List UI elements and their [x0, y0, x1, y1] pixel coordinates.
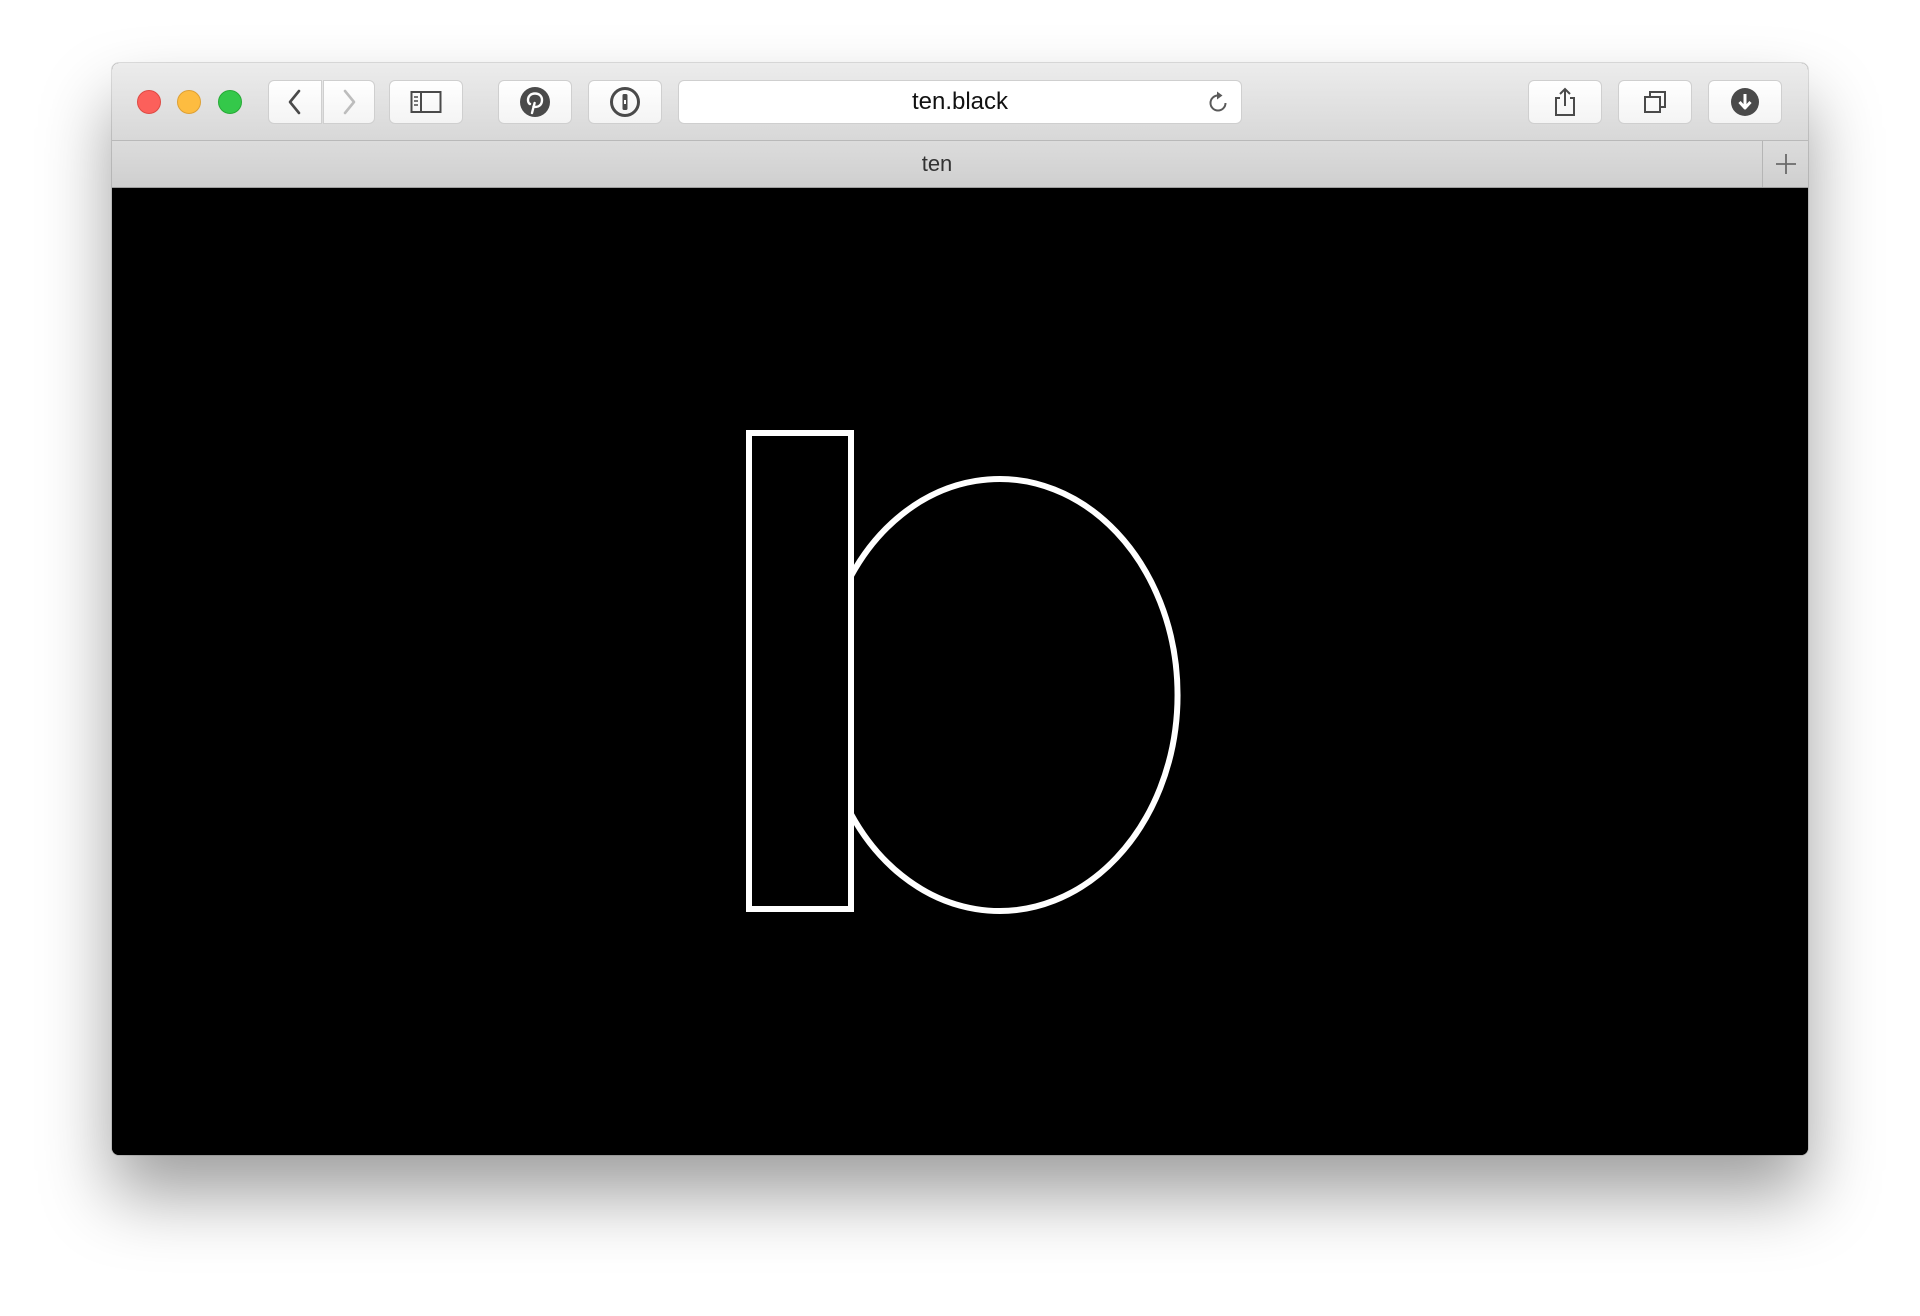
maximize-window-button[interactable]	[218, 90, 242, 114]
sidebar-button[interactable]	[389, 80, 463, 124]
page-content	[112, 188, 1808, 1155]
new-tab-button[interactable]	[1762, 141, 1808, 187]
share-icon	[1555, 87, 1575, 116]
browser-window: ten.black ten	[112, 63, 1808, 1155]
1password-button[interactable]	[588, 80, 662, 124]
browser-toolbar: ten.black	[112, 63, 1808, 141]
forward-button[interactable]	[323, 80, 375, 124]
pinterest-icon	[520, 87, 550, 117]
tab-ten[interactable]: ten	[112, 141, 1762, 187]
ten-black-logo	[746, 430, 1181, 914]
back-button[interactable]	[268, 80, 322, 124]
url-text: ten.black	[911, 88, 1009, 115]
reload-icon[interactable]	[1205, 90, 1231, 116]
close-window-button[interactable]	[137, 90, 161, 114]
tab-bar: ten	[112, 141, 1808, 188]
tabs-overview-icon	[1644, 91, 1666, 113]
share-button[interactable]	[1528, 80, 1602, 124]
pinterest-button[interactable]	[498, 80, 572, 124]
plus-icon	[1775, 154, 1796, 174]
chevron-right-icon	[343, 89, 356, 115]
chevron-left-icon	[288, 89, 301, 115]
1password-icon	[610, 87, 640, 117]
sidebar-icon	[410, 91, 442, 113]
downloads-button[interactable]	[1708, 80, 1782, 124]
download-icon	[1731, 88, 1759, 116]
tabs-overview-button[interactable]	[1618, 80, 1692, 124]
minimize-window-button[interactable]	[177, 90, 201, 114]
address-bar[interactable]: ten.black	[678, 80, 1242, 124]
